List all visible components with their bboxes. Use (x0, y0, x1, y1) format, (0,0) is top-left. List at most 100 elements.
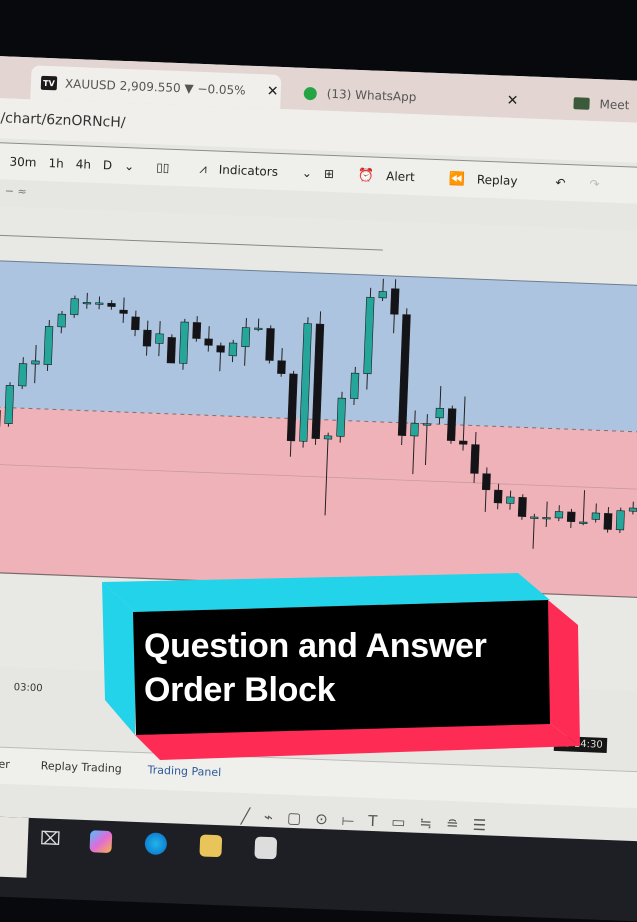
bottom-panel-tabs: y Tester Replay Trading Trading Panel (0, 744, 637, 809)
candle-bearish (143, 330, 151, 346)
indicators-icon: ⩘ (199, 161, 207, 176)
candle-bullish (179, 322, 188, 364)
candle-bullish (555, 511, 563, 518)
close-icon[interactable]: ✕ (267, 83, 279, 99)
text-icon[interactable]: T (368, 812, 378, 830)
candle-bullish (592, 513, 600, 520)
widgets-sparkle-icon[interactable]: ✦ (0, 816, 29, 878)
chart-canvas[interactable] (0, 205, 637, 692)
indicators-button[interactable]: ⩘ Indicators (199, 161, 290, 179)
candle-bullish (44, 326, 53, 364)
rectangle-icon[interactable]: ▢ (287, 809, 302, 828)
fib-retracement-icon[interactable]: ≒ (419, 814, 432, 832)
tab-trading-panel[interactable]: Trading Panel (147, 763, 221, 779)
trend-line-icon[interactable]: ╱ (241, 807, 251, 825)
tab-label: XAUUSD 2,909.550 ▼ −0.05% ( (65, 77, 247, 98)
candle-bearish (120, 310, 128, 313)
candle-bullish (530, 517, 538, 519)
candle-bullish (337, 398, 346, 436)
tab-strategy-tester[interactable]: y Tester (0, 756, 10, 771)
candle-bullish (324, 436, 332, 439)
tab-meet[interactable]: Meet (573, 86, 630, 122)
time-axis-label: 03:00 (14, 682, 43, 694)
path-icon[interactable]: ⌁ (264, 808, 274, 826)
candle-bullish (18, 363, 26, 386)
candle-bullish (379, 291, 387, 298)
fib-extension-icon[interactable]: ≘ (446, 815, 459, 833)
undo-icon[interactable]: ↶ (555, 176, 566, 190)
alert-label: Alert (386, 169, 415, 184)
horizontal-ray-icon[interactable]: ⟝ (341, 811, 354, 829)
timeframe-4h[interactable]: 4h (75, 157, 91, 172)
candle-bullish (83, 302, 91, 304)
replay-button[interactable]: ⏪ Replay (448, 171, 529, 189)
candle-bullish (350, 373, 359, 399)
candle-bearish (205, 339, 213, 346)
task-view-icon[interactable]: ⌧ (40, 828, 63, 851)
candle-bearish (217, 346, 225, 353)
candle-bullish (579, 522, 587, 524)
layout-icon[interactable]: ⊞ (324, 167, 335, 181)
candle-bullish (5, 385, 14, 423)
redo-icon[interactable]: ↷ (589, 177, 600, 191)
url-text: n/chart/6znORNcH/ (0, 110, 126, 131)
tab-replay-trading[interactable]: Replay Trading (41, 759, 123, 775)
timeframe-1h[interactable]: 1h (48, 156, 64, 171)
price-chart[interactable] (0, 205, 637, 692)
close-icon[interactable]: ✕ (506, 93, 518, 109)
candle-bearish (131, 317, 139, 330)
candle-bullish (423, 424, 431, 426)
whatsapp-icon (304, 86, 317, 99)
tab-label: (13) WhatsApp (327, 87, 507, 108)
tradingview-logo-icon: TV (41, 76, 58, 91)
candle-bullish (410, 423, 418, 436)
candle-bearish (167, 337, 176, 363)
legend-controls[interactable]: − ≈ (5, 184, 27, 198)
rewind-icon: ⏪ (448, 171, 465, 187)
candle-bullish (229, 343, 237, 356)
parallel-channel-icon[interactable]: ☰ (472, 816, 486, 835)
timeframe-30m[interactable]: 30m (9, 155, 36, 170)
monitor-screen: ✕ TV XAUUSD 2,909.550 ▼ −0.05% ( ✕ (13) … (0, 55, 637, 902)
candle-bearish (277, 361, 285, 374)
crosshair-time-badge: 25 14:30 (554, 736, 607, 753)
windows-taskbar: ⌧ (0, 814, 637, 922)
candle-bearish (604, 513, 612, 529)
candle-bullish (543, 517, 551, 519)
candle-bearish (391, 289, 400, 315)
candle-bearish (471, 445, 480, 474)
file-explorer-icon[interactable] (199, 834, 222, 857)
candle-bearish (518, 497, 526, 516)
candle-bullish (95, 303, 103, 305)
candle-bullish (616, 511, 624, 530)
candle-bullish (155, 334, 163, 344)
alarm-clock-icon: ⏰ (358, 167, 375, 183)
candle-bullish (629, 508, 637, 511)
candle-bullish (32, 361, 40, 364)
circle-icon[interactable]: ⊙ (315, 810, 328, 828)
candle-type-icon[interactable]: ▯▯ (156, 160, 170, 174)
candle-bullish (242, 327, 250, 346)
timeframe-d[interactable]: D (103, 158, 113, 172)
edge-icon[interactable] (144, 832, 167, 855)
candle-bearish (266, 328, 275, 360)
candle-bearish (459, 441, 467, 444)
candle-bearish (482, 474, 490, 490)
indicators-dropdown-icon[interactable]: ⌄ (302, 166, 313, 180)
timeframe-dropdown-icon[interactable]: ⌄ (124, 159, 135, 173)
replay-label: Replay (477, 173, 518, 189)
store-icon[interactable] (254, 837, 277, 860)
candle-wick (87, 293, 88, 309)
candle-bullish (436, 408, 444, 418)
candle-bullish (58, 314, 66, 327)
alert-button[interactable]: ⏰ Alert (358, 167, 427, 185)
candle-bearish (567, 512, 575, 522)
callout-icon[interactable]: ▭ (391, 813, 406, 832)
candle-bearish (494, 490, 502, 503)
candle-bullish (506, 497, 514, 504)
tab-label: Meet (599, 97, 629, 112)
candle-bullish (255, 328, 263, 330)
indicators-label: Indicators (218, 163, 278, 179)
meet-icon (573, 97, 589, 110)
candle-bearish (193, 322, 201, 338)
